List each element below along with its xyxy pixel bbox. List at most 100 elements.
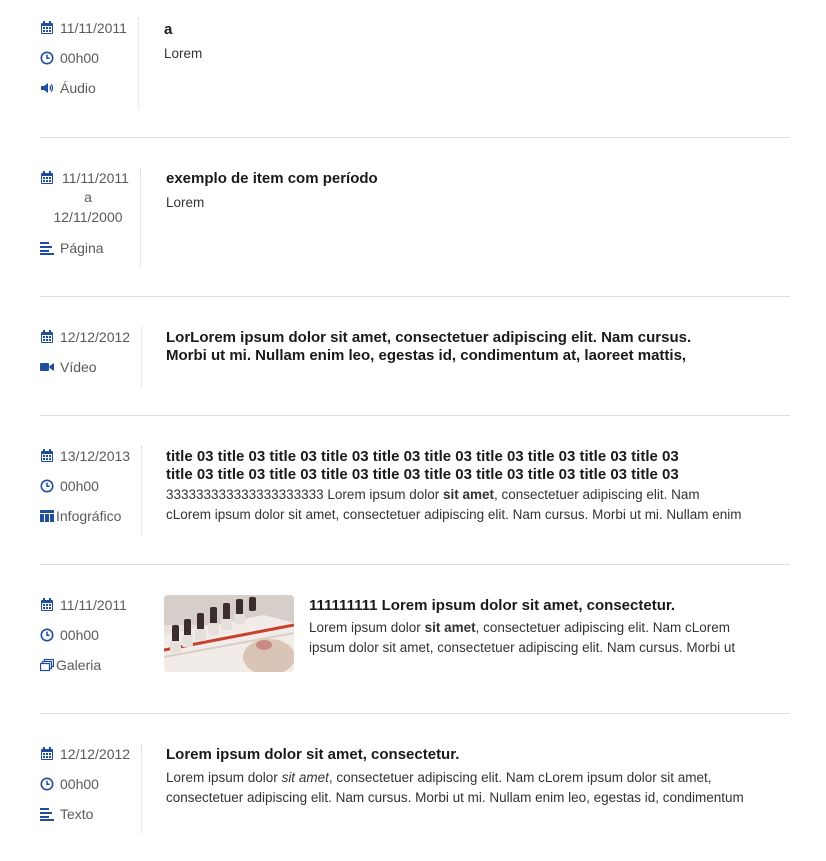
align-left-icon — [40, 808, 54, 821]
video-camera-icon — [40, 363, 54, 371]
item-date: 12/12/2012 — [60, 329, 131, 345]
clock-icon — [40, 51, 54, 65]
list-item[interactable]: 12/12/2012 00h00 Texto Lorem ipsum dolor… — [40, 744, 790, 834]
item-date-end: 12/11/2000 — [53, 209, 123, 225]
type-row: Áudio — [40, 78, 96, 98]
desc-emphasis: sit amet — [281, 770, 329, 785]
divider — [40, 415, 790, 416]
calendar-icon — [41, 171, 53, 184]
divider — [40, 296, 790, 297]
calendar-icon — [41, 598, 53, 611]
item-content: a Lorem — [164, 21, 202, 64]
item-content: 111111111 Lorem ipsum dolor sit amet, co… — [309, 597, 735, 658]
desc-text: Lorem ipsum dolor — [166, 770, 282, 785]
item-time: 00h00 — [60, 50, 99, 66]
item-type: Página — [60, 240, 104, 256]
item-title[interactable]: 111111111 Lorem ipsum dolor sit amet, co… — [309, 597, 735, 615]
type-row: Infográfico — [40, 506, 121, 526]
title-line: title 03 title 03 title 03 title 03 titl… — [166, 466, 679, 483]
item-time: 00h00 — [60, 478, 99, 494]
date-row: 11/11/2011 — [40, 168, 129, 188]
item-title[interactable]: LorLorem ipsum dolor sit amet, consectet… — [166, 329, 691, 365]
type-row: Vídeo — [40, 357, 97, 377]
desc-emphasis: sit amet — [442, 487, 494, 502]
title-line: Morbi ut mi. Nullam enim leo, egestas id… — [166, 347, 687, 364]
date-connector: a — [84, 189, 92, 205]
item-description-line: Lorem ipsum dolor sit amet, consectetuer… — [166, 768, 744, 788]
item-time: 00h00 — [60, 776, 99, 792]
meta-separator — [138, 18, 139, 108]
item-type: Infográfico — [56, 508, 122, 524]
item-description: Lorem — [166, 195, 205, 210]
item-date: 12/12/2012 — [60, 746, 131, 762]
meta-separator — [140, 168, 141, 268]
list-item[interactable]: 12/12/2012 Vídeo LorLorem ipsum dolor si… — [40, 327, 790, 387]
list-item[interactable]: 13/12/2013 00h00 Infográfico title 03 ti… — [40, 446, 790, 536]
item-title[interactable]: exemplo de item com período — [166, 170, 378, 188]
gallery-icon — [40, 658, 54, 672]
date-row: 13/12/2013 — [40, 446, 130, 466]
desc-text: , consectetuer adipiscing elit. Nam cLor… — [328, 770, 712, 785]
item-date: 11/11/2011 — [60, 597, 127, 613]
desc-text: Lorem ipsum dolor — [309, 620, 425, 635]
time-row: 00h00 — [40, 625, 99, 645]
type-row: Página — [40, 238, 104, 258]
calendar-icon — [41, 21, 53, 34]
item-title[interactable]: a — [164, 21, 202, 39]
meta-separator — [141, 327, 142, 387]
item-title[interactable]: Lorem ipsum dolor sit amet, consectetur. — [166, 746, 744, 764]
item-type: Áudio — [60, 80, 96, 96]
type-row: Galeria — [40, 655, 101, 675]
item-type: Galeria — [56, 657, 102, 673]
item-type: Texto — [60, 806, 94, 822]
desc-text: , consectetuer adipiscing elit. Nam cLor… — [475, 620, 730, 635]
item-date-start: 11/11/2011 — [62, 170, 129, 186]
item-time: 00h00 — [60, 627, 99, 643]
calendar-icon — [41, 449, 53, 462]
time-row: 00h00 — [40, 476, 99, 496]
item-date: 11/11/2011 — [60, 20, 127, 36]
clock-icon — [40, 777, 54, 791]
list-item[interactable]: 11/11/2011 00h00 Galeria 111111111 Lorem… — [40, 595, 790, 685]
item-description-line: ipsum dolor sit amet, consectetuer adipi… — [309, 640, 736, 655]
item-content: Lorem ipsum dolor sit amet, consectetur.… — [166, 746, 744, 808]
title-line: title 03 title 03 title 03 title 03 titl… — [166, 448, 679, 465]
title-line: LorLorem ipsum dolor sit amet, consectet… — [166, 329, 692, 346]
infographic-icon — [40, 510, 54, 522]
divider — [40, 137, 790, 138]
meta-separator — [141, 744, 142, 834]
calendar-icon — [41, 747, 53, 760]
desc-text: 333333333333333333333 Lorem ipsum dolor — [166, 487, 443, 502]
item-thumbnail[interactable] — [164, 595, 294, 672]
calendar-icon — [41, 330, 53, 343]
align-left-icon — [40, 242, 54, 255]
meta-separator — [141, 446, 142, 536]
time-row: 00h00 — [40, 774, 99, 794]
item-description-line: cLorem ipsum dolor sit amet, consectetue… — [166, 507, 742, 522]
item-date: 13/12/2013 — [60, 448, 131, 464]
desc-emphasis: sit amet — [424, 620, 476, 635]
divider — [40, 564, 790, 565]
volume-icon — [41, 83, 54, 93]
time-row: 00h00 — [40, 48, 99, 68]
item-content: LorLorem ipsum dolor sit amet, consectet… — [166, 329, 691, 365]
desc-text: , consectetuer adipiscing elit. Nam — [494, 487, 700, 502]
date-row: 12/12/2012 — [40, 744, 130, 764]
item-description-line: consectetuer adipiscing elit. Nam cursus… — [166, 790, 744, 805]
date-row: 11/11/2011 — [40, 595, 127, 615]
type-row: Texto — [40, 804, 93, 824]
item-description-line: Lorem ipsum dolor sit amet, consectetuer… — [309, 618, 735, 638]
clock-icon — [40, 628, 54, 642]
nail-polish-photo — [164, 595, 294, 672]
clock-icon — [40, 479, 54, 493]
item-content: title 03 title 03 title 03 title 03 titl… — [166, 448, 781, 525]
list-item[interactable]: 11/11/2011 a 12/11/2000 Página exemplo d… — [40, 168, 790, 268]
item-type: Vídeo — [60, 359, 97, 375]
list-item[interactable]: 11/11/2011 00h00 Áudio a Lorem — [40, 18, 790, 108]
item-title[interactable]: title 03 title 03 title 03 title 03 titl… — [166, 448, 781, 484]
item-description-line: 333333333333333333333 Lorem ipsum dolor … — [166, 485, 781, 505]
date-row: 12/12/2012 — [40, 327, 130, 347]
item-description: Lorem — [164, 46, 203, 61]
divider — [40, 713, 790, 714]
date-row: 11/11/2011 — [40, 18, 127, 38]
